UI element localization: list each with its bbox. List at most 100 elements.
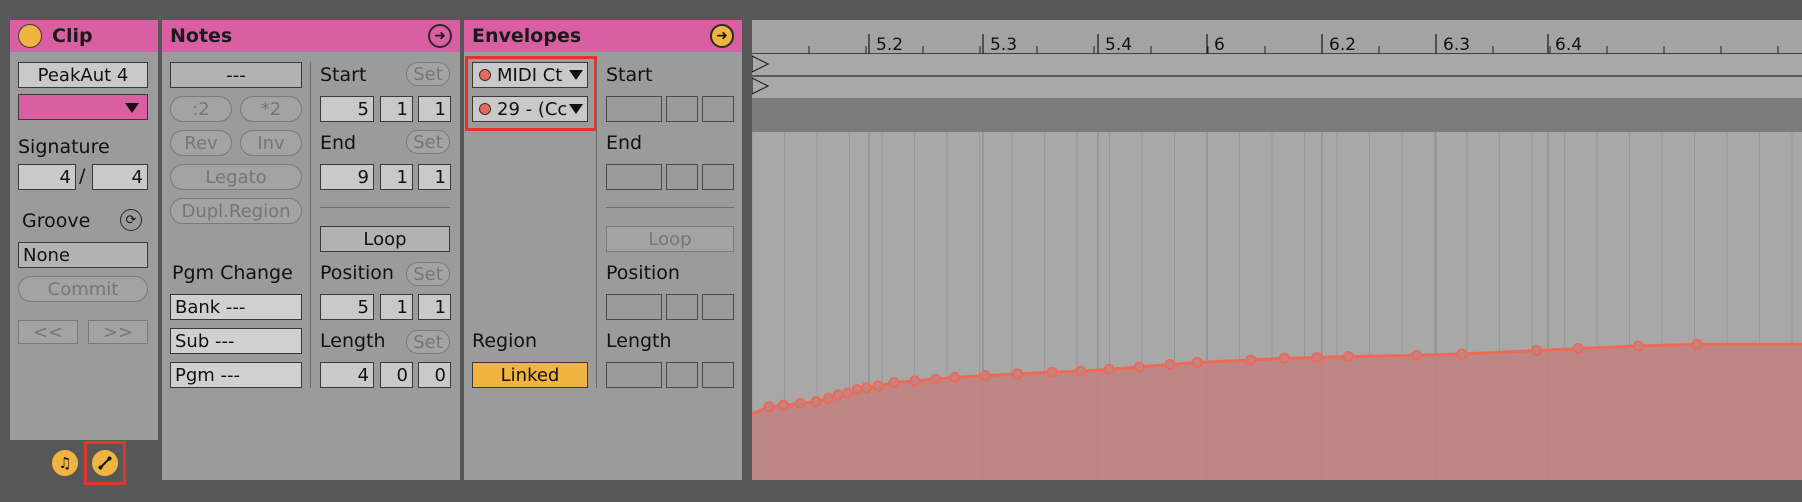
end-label: End [320, 132, 357, 154]
position-bar[interactable]: 5 [320, 294, 374, 320]
env-position-bar[interactable] [606, 294, 662, 320]
envelope-breakpoint [1342, 350, 1354, 362]
ruler-tick-label: 6.3 [1443, 35, 1470, 55]
position-sixteenth[interactable]: 1 [418, 294, 451, 320]
envelope-breakpoint [930, 373, 942, 385]
length-sixteenth[interactable]: 0 [418, 362, 451, 388]
envelope-breakpoint [778, 399, 789, 411]
start-label: Start [320, 64, 367, 86]
signature-numerator[interactable]: 4 [18, 164, 76, 190]
envelope-breakpoint [1133, 361, 1145, 373]
envelope-breakpoint [888, 377, 900, 389]
status-dot-icon [479, 103, 491, 115]
end-bar[interactable]: 9 [320, 164, 374, 190]
envelope-breakpoint [1075, 365, 1087, 377]
envelopes-vertical-divider [596, 62, 597, 388]
end-sixteenth[interactable]: 1 [418, 164, 451, 190]
ruler-tick-label: 5.4 [1105, 35, 1132, 55]
loop-button[interactable]: Loop [320, 226, 450, 252]
envelope-breakpoint [1191, 356, 1203, 368]
env-start-beat[interactable] [666, 96, 698, 122]
control-chooser[interactable]: 29 - (Cc [472, 96, 588, 122]
sub-field[interactable]: Sub --- [170, 328, 302, 354]
envelope-breakpoint [842, 387, 854, 399]
position-beat[interactable]: 1 [380, 294, 413, 320]
arrow-right-icon[interactable]: ➜ [710, 24, 734, 48]
envelope-editor[interactable]: 5.2 5.3 5.4 6 6.2 6.3 6.4 [752, 20, 1802, 480]
region-label: Region [472, 330, 538, 352]
position-set-button[interactable]: Set [406, 262, 450, 286]
end-beat[interactable]: 1 [380, 164, 413, 190]
start-bar[interactable]: 5 [320, 96, 374, 122]
length-beat[interactable]: 0 [380, 362, 413, 388]
ruler-tick-label: 6 [1214, 35, 1225, 55]
groove-chooser[interactable]: None [18, 242, 148, 268]
loop-divider [320, 207, 450, 208]
pgm-change-label: Pgm Change [172, 262, 293, 284]
arrow-right-icon[interactable]: ➜ [428, 24, 452, 48]
ruler-bg [752, 20, 1802, 54]
env-start-label: Start [606, 64, 653, 86]
envelope-icon[interactable] [92, 450, 118, 476]
ruler-tick-label: 6.4 [1555, 35, 1582, 55]
env-length-sixteenth[interactable] [702, 362, 734, 388]
signature-denominator[interactable]: 4 [92, 164, 148, 190]
legato-button[interactable]: Legato [170, 164, 302, 190]
nudge-back-button[interactable]: << [18, 320, 78, 344]
env-length-bar[interactable] [606, 362, 662, 388]
linked-button[interactable]: Linked [472, 362, 588, 388]
envelope-breakpoint [1456, 348, 1468, 360]
envelope-breakpoint [1632, 340, 1644, 352]
env-start-bar[interactable] [606, 96, 662, 122]
music-note-icon[interactable]: ♫ [52, 450, 78, 476]
envelope-breakpoint [823, 392, 835, 404]
envelope-fill [752, 344, 1802, 480]
envelope-breakpoint [1530, 345, 1542, 357]
envelopes-header: Envelopes ➜ [464, 20, 742, 52]
start-sixteenth[interactable]: 1 [418, 96, 451, 122]
reverse-button[interactable]: Rev [170, 130, 232, 156]
env-position-label: Position [606, 262, 680, 284]
length-label: Length [320, 330, 386, 352]
envelope-breakpoint [979, 370, 991, 382]
envelope-breakpoint [872, 380, 884, 392]
notes-header: Notes ➜ [162, 20, 460, 52]
groove-hot-swap-icon[interactable]: ⟳ [120, 209, 142, 231]
env-end-beat[interactable] [666, 164, 698, 190]
env-loop-button[interactable]: Loop [606, 226, 734, 252]
env-position-sixteenth[interactable] [702, 294, 734, 320]
clip-activator-button[interactable] [18, 24, 42, 48]
env-length-beat[interactable] [666, 362, 698, 388]
commit-button[interactable]: Commit [18, 276, 148, 302]
clip-name-field[interactable]: PeakAut 4 [18, 62, 148, 88]
env-end-bar[interactable] [606, 164, 662, 190]
invert-button[interactable]: Inv [240, 130, 302, 156]
notes-title: Notes [170, 25, 233, 47]
env-position-beat[interactable] [666, 294, 698, 320]
envelope-editor-canvas: 5.2 5.3 5.4 6 6.2 6.3 6.4 [752, 20, 1802, 480]
length-set-button[interactable]: Set [406, 330, 450, 354]
half-length-button[interactable]: :2 [170, 96, 232, 122]
envelope-breakpoint [1572, 342, 1584, 354]
envelope-breakpoint [1311, 352, 1323, 364]
length-bar[interactable]: 4 [320, 362, 374, 388]
start-beat[interactable]: 1 [380, 96, 413, 122]
start-set-button[interactable]: Set [406, 62, 450, 86]
duplicate-region-button[interactable]: Dupl.Region [170, 198, 302, 224]
nudge-forward-button[interactable]: >> [88, 320, 148, 344]
envelope-breakpoint [851, 384, 863, 396]
end-set-button[interactable]: Set [406, 130, 450, 154]
device-chooser[interactable]: MIDI Ct [472, 62, 588, 88]
chevron-down-icon [125, 103, 139, 113]
env-start-sixteenth[interactable] [702, 96, 734, 122]
signature-slash: / [79, 165, 86, 187]
clip-title: Clip [52, 25, 93, 47]
envelope-breakpoint [763, 401, 775, 413]
clip-color-chooser[interactable] [18, 94, 148, 120]
double-length-button[interactable]: *2 [240, 96, 302, 122]
pgm-field[interactable]: Pgm --- [170, 362, 302, 388]
bank-field[interactable]: Bank --- [170, 294, 302, 320]
notes-dash-field[interactable]: --- [170, 62, 302, 88]
env-end-sixteenth[interactable] [702, 164, 734, 190]
envelope-breakpoint [949, 371, 961, 383]
